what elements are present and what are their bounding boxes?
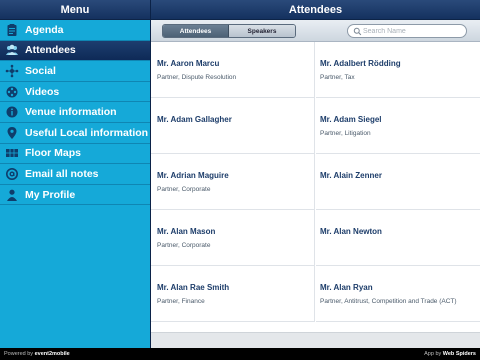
- search-input[interactable]: [363, 27, 458, 35]
- app-by-brand: Web Spiders: [442, 351, 476, 357]
- attendee-card[interactable]: Mr. Alan Newton: [316, 210, 480, 266]
- bottom-bar: [151, 332, 480, 348]
- attendee-card[interactable]: Mr. Adalbert Rödding Partner, Tax: [316, 42, 480, 98]
- powered-by: Powered by event2mobile: [4, 351, 70, 357]
- attendee-name: Mr. Alan Ryan: [320, 283, 373, 292]
- attendee-name: Mr. Adam Siegel: [320, 115, 382, 124]
- attendee-role: Partner, Dispute Resolution: [157, 74, 237, 81]
- attendee-card[interactable]: Mr. Adrian Maguire Partner, Corporate: [151, 154, 315, 210]
- powered-by-prefix: Powered by: [4, 351, 34, 357]
- attendee-card[interactable]: Mr. Adam Gallagher: [151, 98, 315, 154]
- attendee-name: Mr. Alan Newton: [320, 227, 382, 236]
- attendee-card[interactable]: Mr. Alan Mason Partner, Corporate: [151, 210, 315, 266]
- person-icon: [3, 187, 21, 203]
- people-icon: [3, 42, 21, 58]
- toolbar: Attendees Speakers: [151, 20, 480, 42]
- attendee-name: Mr. Adam Gallagher: [157, 115, 232, 124]
- sidebar-item-videos[interactable]: Videos: [0, 82, 150, 103]
- app-root: Menu Agenda Attendees Social Videos Venu…: [0, 0, 480, 360]
- search-icon: [351, 25, 363, 37]
- attendee-role: Partner, Antitrust, Competition and Trad…: [320, 298, 457, 305]
- film-reel-icon: [3, 84, 21, 100]
- location-pin-icon: [3, 125, 21, 141]
- sidebar-item-label: Videos: [25, 85, 60, 98]
- attendee-role: Partner, Tax: [320, 74, 355, 81]
- sidebar-item-label: Attendees: [25, 44, 76, 57]
- sidebar-title: Menu: [0, 0, 150, 20]
- attendee-card[interactable]: Mr. Alan Rae Smith Partner, Finance: [151, 266, 315, 322]
- attendee-card[interactable]: Mr. Alain Zenner: [316, 154, 480, 210]
- attendee-role: Partner, Corporate: [157, 186, 211, 193]
- email-at-icon: [3, 166, 21, 182]
- sidebar-item-label: Agenda: [25, 23, 64, 36]
- attendee-name: Mr. Alain Zenner: [320, 171, 382, 180]
- sidebar-item-floor-maps[interactable]: Floor Maps: [0, 144, 150, 165]
- sidebar-item-social[interactable]: Social: [0, 61, 150, 82]
- sidebar: Menu Agenda Attendees Social Videos Venu…: [0, 0, 150, 360]
- attendee-name: Mr. Adrian Maguire: [157, 171, 229, 180]
- attendee-name: Mr. Alan Mason: [157, 227, 216, 236]
- attendee-card[interactable]: Mr. Adam Siegel Partner, Litigation: [316, 98, 480, 154]
- segment-attendees[interactable]: Attendees: [163, 25, 229, 37]
- sidebar-item-label: My Profile: [25, 188, 76, 201]
- sidebar-item-useful-local-information[interactable]: Useful Local information: [0, 123, 150, 144]
- search-box[interactable]: [347, 24, 467, 38]
- attendee-name: Mr. Alan Rae Smith: [157, 283, 230, 292]
- clipboard-icon: [3, 22, 21, 38]
- sidebar-item-email-all-notes[interactable]: Email all notes: [0, 164, 150, 185]
- sidebar-item-label: Email all notes: [25, 167, 99, 180]
- sidebar-item-label: Floor Maps: [25, 147, 82, 160]
- attendee-name: Mr. Aaron Marcu: [157, 59, 220, 68]
- segment-speakers[interactable]: Speakers: [229, 25, 295, 37]
- footer: Powered by event2mobile App by Web Spide…: [0, 348, 480, 360]
- app-by: App by Web Spiders: [424, 351, 476, 357]
- main-panel: Attendees Attendees Speakers Mr. Aaron M…: [150, 0, 480, 360]
- app-by-prefix: App by: [424, 351, 442, 357]
- network-icon: [3, 63, 21, 79]
- page-title: Attendees: [151, 0, 480, 20]
- attendee-card[interactable]: Mr. Alan Ryan Partner, Antitrust, Compet…: [316, 266, 480, 322]
- sidebar-item-my-profile[interactable]: My Profile: [0, 185, 150, 206]
- sidebar-item-label: Useful Local information: [25, 126, 149, 139]
- attendee-role: Partner, Finance: [157, 298, 205, 305]
- sidebar-item-attendees[interactable]: Attendees: [0, 40, 150, 62]
- segmented-control: Attendees Speakers: [162, 24, 296, 38]
- attendee-name: Mr. Adalbert Rödding: [320, 59, 401, 68]
- attendee-card[interactable]: Mr. Aaron Marcu Partner, Dispute Resolut…: [151, 42, 315, 98]
- floor-map-icon: [3, 145, 21, 161]
- sidebar-item-venue-information[interactable]: Venue information: [0, 102, 150, 123]
- info-icon: [3, 104, 21, 120]
- sidebar-item-label: Venue information: [25, 106, 117, 119]
- attendee-grid: Mr. Aaron Marcu Partner, Dispute Resolut…: [151, 42, 480, 332]
- attendee-role: Partner, Litigation: [320, 130, 371, 137]
- powered-by-brand: event2mobile: [34, 351, 70, 357]
- attendee-role: Partner, Corporate: [157, 242, 211, 249]
- sidebar-item-agenda[interactable]: Agenda: [0, 20, 150, 41]
- sidebar-item-label: Social: [25, 64, 56, 77]
